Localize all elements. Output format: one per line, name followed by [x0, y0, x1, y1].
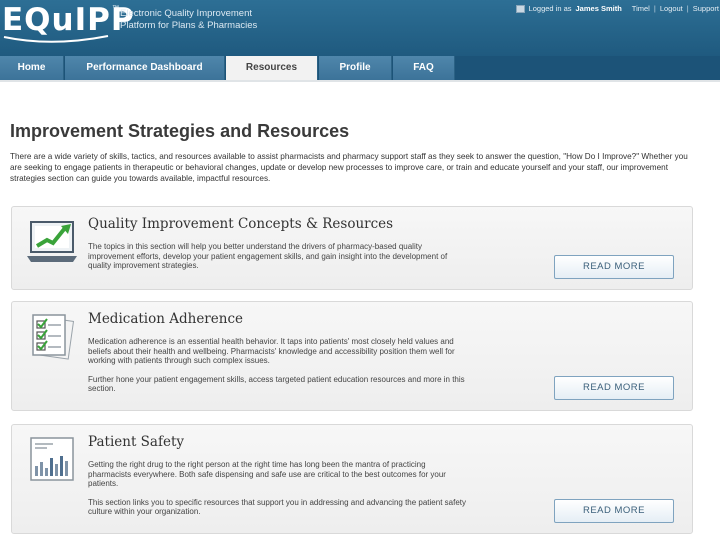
card-title[interactable]: Medication Adherence [88, 311, 243, 327]
bar-report-icon [30, 437, 74, 481]
logout-link[interactable]: Logout [660, 4, 683, 13]
read-more-button[interactable]: READ MORE [554, 376, 674, 400]
logo-swoosh-icon [3, 35, 109, 43]
header-link-timel[interactable]: Timel [632, 4, 650, 13]
link-separator: | [653, 4, 656, 13]
card-paragraph: Medication adherence is an essential hea… [88, 337, 455, 365]
card-title[interactable]: Patient Safety [88, 434, 184, 450]
link-separator: | [686, 4, 689, 13]
tab-performance-dashboard[interactable]: Performance Dashboard [65, 56, 225, 80]
trademark-mark: ™ [112, 5, 119, 12]
resource-card-quality-improvement: Quality Improvement Concepts & Resources… [11, 206, 693, 290]
tab-faq[interactable]: FAQ [393, 56, 455, 80]
card-title[interactable]: Quality Improvement Concepts & Resources [88, 216, 393, 232]
app-header: EQuIPP ™ Electronic Quality Improvement … [0, 0, 720, 56]
logged-in-label: Logged in as [528, 4, 572, 13]
intro-text: There are a wide variety of skills, tact… [10, 152, 688, 183]
card-description: Getting the right drug to the right pers… [88, 460, 468, 517]
tagline-line-1: Electronic Quality Improvement [120, 8, 252, 19]
tagline-line-2: Platform for Plans & Pharmacies [120, 20, 258, 31]
laptop-chart-icon [27, 221, 77, 262]
read-more-button[interactable]: READ MORE [554, 255, 674, 279]
resource-card-medication-adherence: Medication Adherence Medication adherenc… [11, 301, 693, 411]
tab-home[interactable]: Home [0, 56, 64, 80]
card-description: The topics in this section will help you… [88, 242, 468, 271]
support-link[interactable]: Support [693, 4, 719, 13]
user-bar: Logged in as James Smith Timel | Logout … [515, 4, 719, 13]
main-nav: Home Performance Dashboard Resources Pro… [0, 56, 720, 81]
nav-divider [0, 80, 720, 82]
tagline: Electronic Quality Improvement Platform … [120, 8, 257, 32]
card-description: Medication adherence is an essential hea… [88, 337, 468, 394]
page-title: Improvement Strategies and Resources [10, 121, 350, 141]
user-card-icon [515, 4, 525, 13]
card-paragraph: The topics in this section will help you… [88, 242, 448, 270]
tab-profile[interactable]: Profile [319, 56, 392, 80]
card-paragraph: Further hone your patient engagement ski… [88, 374, 465, 394]
user-name: James Smith [575, 4, 622, 13]
read-more-button[interactable]: READ MORE [554, 499, 674, 523]
card-paragraph: This section links you to specific resou… [88, 497, 466, 517]
card-paragraph: Getting the right drug to the right pers… [88, 460, 446, 488]
checklist-icon [32, 314, 75, 360]
resource-card-patient-safety: Patient Safety Getting the right drug to… [11, 424, 693, 534]
tab-resources[interactable]: Resources [226, 56, 318, 81]
